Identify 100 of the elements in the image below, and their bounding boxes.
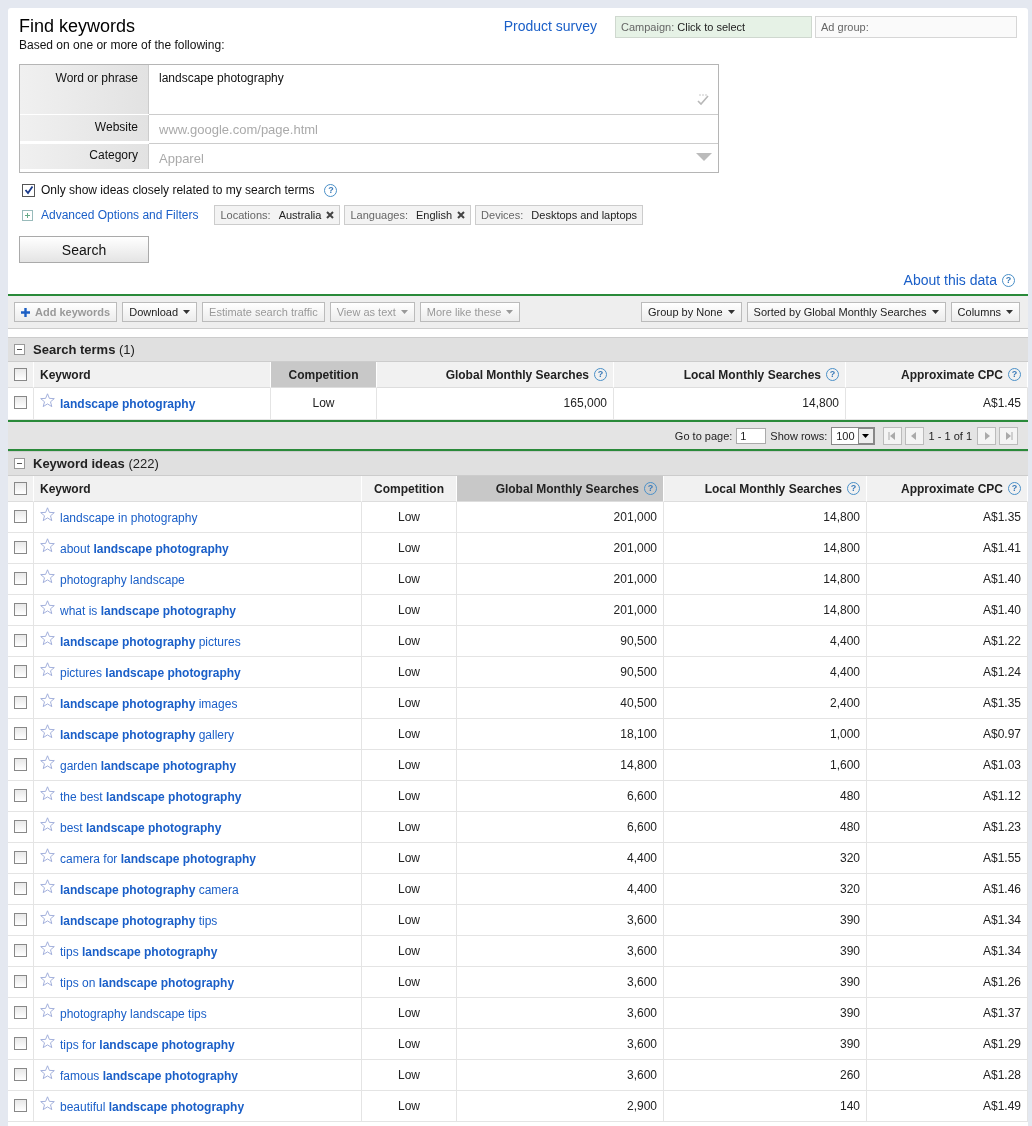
- row-checkbox[interactable]: [14, 696, 27, 709]
- rows-select[interactable]: 100: [831, 426, 875, 445]
- keyword-link[interactable]: tips for landscape photography: [60, 1038, 235, 1052]
- toolbar-button[interactable]: Sorted by Global Monthly Searches: [746, 302, 946, 322]
- keyword-link[interactable]: camera for landscape photography: [60, 852, 257, 866]
- keyword-link[interactable]: photography landscape: [60, 573, 185, 587]
- select-all-checkbox[interactable]: [14, 482, 27, 495]
- column-header[interactable]: Approximate CPC ?: [867, 476, 1028, 502]
- column-header[interactable]: Global Monthly Searches ?: [457, 476, 664, 502]
- row-checkbox[interactable]: [14, 510, 27, 523]
- star-icon[interactable]: [40, 786, 55, 801]
- keyword-link[interactable]: landscape in photography: [60, 511, 198, 525]
- keyword-link[interactable]: the best landscape photography: [60, 790, 242, 804]
- column-header[interactable]: Competition: [362, 476, 457, 502]
- toolbar-button[interactable]: Download: [122, 302, 198, 322]
- toolbar-button[interactable]: Columns: [950, 302, 1020, 322]
- keyword-link[interactable]: beautiful landscape photography: [60, 1100, 245, 1114]
- star-icon[interactable]: [40, 600, 55, 615]
- page-input-field[interactable]: 1: [736, 427, 767, 444]
- ad-group-selector[interactable]: Ad group:: [815, 16, 1017, 38]
- star-icon[interactable]: [40, 972, 55, 987]
- column-header[interactable]: Keyword: [34, 476, 362, 502]
- search-button[interactable]: Search: [19, 236, 149, 263]
- product-survey-link[interactable]: Product survey: [503, 18, 597, 34]
- keyword-link[interactable]: tips landscape photography: [60, 945, 218, 959]
- row-checkbox[interactable]: [14, 541, 27, 554]
- star-icon[interactable]: [40, 879, 55, 894]
- checkbox[interactable]: [22, 183, 35, 197]
- star-icon[interactable]: [40, 755, 55, 770]
- remove-icon[interactable]: [326, 211, 335, 219]
- filter-chip[interactable]: Languages: English: [344, 205, 472, 225]
- row-checkbox[interactable]: [14, 634, 27, 647]
- row-checkbox[interactable]: [14, 851, 27, 864]
- filter-chip[interactable]: Locations: Australia: [214, 205, 341, 225]
- column-header[interactable]: Competition: [271, 362, 377, 388]
- star-icon[interactable]: [40, 538, 55, 553]
- star-icon[interactable]: [40, 662, 55, 677]
- star-icon[interactable]: [40, 507, 55, 522]
- row-checkbox[interactable]: [14, 1068, 27, 1081]
- column-header[interactable]: Global Monthly Searches ?: [377, 362, 614, 388]
- remove-icon[interactable]: [457, 211, 466, 219]
- row-checkbox[interactable]: [14, 665, 27, 678]
- star-icon[interactable]: [40, 393, 55, 408]
- keyword-link[interactable]: best landscape photography: [60, 821, 222, 835]
- toolbar-button[interactable]: Group by None: [640, 302, 742, 322]
- star-icon[interactable]: [40, 817, 55, 832]
- row-checkbox[interactable]: [14, 727, 27, 740]
- star-icon[interactable]: [40, 1034, 55, 1049]
- row-checkbox[interactable]: [14, 1099, 27, 1112]
- star-icon[interactable]: [40, 631, 55, 646]
- select-all-checkbox[interactable]: [14, 368, 27, 381]
- star-icon[interactable]: [40, 724, 55, 739]
- keyword-link[interactable]: landscape photography camera: [60, 883, 239, 897]
- row-checkbox[interactable]: [14, 820, 27, 833]
- last-page-button[interactable]: [999, 426, 1018, 445]
- about-data-link[interactable]: About this data: [903, 272, 997, 288]
- row-checkbox[interactable]: [14, 758, 27, 771]
- keyword-link[interactable]: landscape photography tips: [60, 914, 218, 928]
- column-header[interactable]: Local Monthly Searches ?: [664, 476, 867, 502]
- row-checkbox[interactable]: [14, 1037, 27, 1050]
- row-checkbox[interactable]: [14, 913, 27, 926]
- star-icon[interactable]: [40, 910, 55, 925]
- collapse-icon[interactable]: [14, 344, 25, 355]
- filter-chip[interactable]: Devices: Desktops and laptops: [475, 205, 644, 225]
- star-icon[interactable]: [40, 848, 55, 863]
- row-checkbox[interactable]: [14, 1006, 27, 1019]
- column-header[interactable]: Approximate CPC ?: [846, 362, 1028, 388]
- keyword-link[interactable]: tips on landscape photography: [60, 976, 235, 990]
- first-page-button[interactable]: [882, 426, 902, 445]
- keyword-link[interactable]: photography landscape tips: [60, 1007, 207, 1021]
- column-header[interactable]: Keyword: [34, 362, 271, 388]
- keyword-link[interactable]: what is landscape photography: [60, 604, 237, 618]
- keyword-link[interactable]: famous landscape photography: [60, 1069, 239, 1083]
- keyword-link[interactable]: landscape photography images: [60, 697, 238, 711]
- star-icon[interactable]: [40, 941, 55, 956]
- keyword-link[interactable]: landscape photography gallery: [60, 728, 235, 742]
- campaign-selector[interactable]: Campaign: Click to select: [615, 16, 812, 38]
- row-checkbox[interactable]: [14, 882, 27, 895]
- phrase-input-field[interactable]: landscape photography: [149, 65, 718, 115]
- row-checkbox[interactable]: [14, 789, 27, 802]
- row-checkbox[interactable]: [14, 572, 27, 585]
- collapse-icon[interactable]: [14, 458, 25, 469]
- advanced-options-link[interactable]: Advanced Options and Filters: [41, 208, 199, 222]
- keyword-link[interactable]: pictures landscape photography: [60, 666, 241, 680]
- column-header[interactable]: Local Monthly Searches ?: [614, 362, 846, 388]
- star-icon[interactable]: [40, 1065, 55, 1080]
- next-page-button[interactable]: [977, 426, 996, 445]
- previous-page-button[interactable]: [904, 426, 924, 445]
- expand-icon[interactable]: [22, 209, 33, 221]
- star-icon[interactable]: [40, 569, 55, 584]
- row-checkbox[interactable]: [14, 396, 27, 409]
- row-checkbox[interactable]: [14, 944, 27, 957]
- keyword-link[interactable]: garden landscape photography: [60, 759, 237, 773]
- keyword-link[interactable]: about landscape photography: [60, 542, 229, 556]
- star-icon[interactable]: [40, 693, 55, 708]
- star-icon[interactable]: [40, 1003, 55, 1018]
- row-checkbox[interactable]: [14, 975, 27, 988]
- keyword-link[interactable]: landscape photography: [60, 397, 196, 411]
- star-icon[interactable]: [40, 1096, 55, 1111]
- row-checkbox[interactable]: [14, 603, 27, 616]
